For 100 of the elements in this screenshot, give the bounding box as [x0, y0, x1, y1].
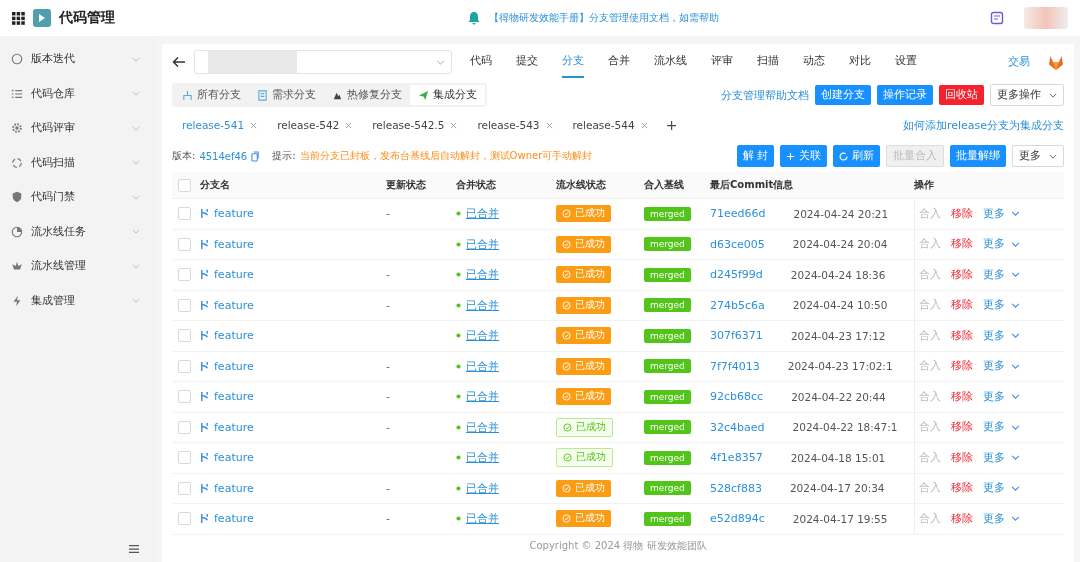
merge-status-link[interactable]: 已合并 [466, 206, 499, 222]
toolbar-button[interactable]: 解 封 [736, 145, 774, 167]
action-button[interactable]: 创建分支 [815, 85, 871, 105]
release-tab[interactable]: release-544 [562, 113, 658, 137]
close-icon[interactable] [640, 121, 648, 129]
commit-hash-link[interactable]: 307f6371 [710, 329, 763, 343]
more-link[interactable]: 更多 [983, 237, 1020, 252]
sidebar-item[interactable]: 代码评审 [0, 111, 156, 146]
pipeline-status-tag[interactable]: 已成功 [556, 266, 611, 284]
row-action-link[interactable]: 合入 [919, 481, 941, 496]
branch-name-link[interactable]: feature [214, 420, 254, 434]
row-checkbox[interactable] [178, 451, 191, 465]
row-action-link[interactable]: 合入 [919, 511, 941, 526]
pipeline-status-tag[interactable]: 已成功 [556, 479, 611, 497]
pipeline-status-tag[interactable]: 已成功 [556, 205, 611, 223]
row-action-link[interactable]: 移除 [951, 481, 973, 496]
commit-hash-link[interactable]: 71eed66d [710, 207, 766, 221]
branch-name-link[interactable]: feature [214, 481, 254, 495]
close-icon[interactable] [250, 121, 258, 129]
release-tab[interactable]: release-543 [467, 113, 563, 137]
more-link[interactable]: 更多 [983, 267, 1020, 282]
sidebar-item[interactable]: 代码门禁 [0, 180, 156, 215]
branch-type-tab[interactable]: 热修复分支 [324, 85, 410, 105]
project-link[interactable]: 交易 [1008, 55, 1030, 69]
branch-type-tab[interactable]: 集成分支 [410, 85, 485, 105]
merge-status-link[interactable]: 已合并 [466, 419, 499, 435]
avatar[interactable] [1024, 7, 1068, 29]
commit-hash-link[interactable]: d245f99d [710, 268, 763, 282]
row-action-link[interactable]: 合入 [919, 450, 941, 465]
branch-name-link[interactable]: feature [214, 512, 254, 526]
nav-tab[interactable]: 动态 [803, 46, 825, 78]
branch-name-link[interactable]: feature [214, 451, 254, 465]
row-checkbox[interactable] [178, 268, 191, 282]
row-action-link[interactable]: 合入 [919, 237, 941, 252]
more-link[interactable]: 更多 [983, 389, 1020, 404]
apps-grid-icon[interactable] [12, 11, 25, 25]
row-action-link[interactable]: 移除 [951, 206, 973, 221]
nav-tab[interactable]: 扫描 [757, 46, 779, 78]
row-action-link[interactable]: 移除 [951, 420, 973, 435]
commit-hash-link[interactable]: 92cb68cc [710, 390, 764, 404]
repository-select[interactable] [194, 50, 452, 74]
pipeline-status-tag[interactable]: 已成功 [556, 235, 611, 253]
branch-name-link[interactable]: feature [214, 359, 254, 373]
sidebar-item[interactable]: 版本迭代 [0, 42, 156, 77]
pipeline-status-tag[interactable]: 已成功 [556, 357, 611, 375]
row-action-link[interactable]: 合入 [919, 420, 941, 435]
document-icon[interactable] [990, 11, 1004, 25]
row-action-link[interactable]: 移除 [951, 359, 973, 374]
branch-name-link[interactable]: feature [214, 268, 254, 282]
action-button[interactable]: 操作记录 [877, 85, 933, 105]
close-icon[interactable] [345, 121, 353, 129]
sidebar-item[interactable]: 代码仓库 [0, 76, 156, 111]
toolbar-button[interactable]: 批量解绑 [950, 145, 1006, 167]
row-checkbox[interactable] [178, 481, 191, 495]
row-checkbox[interactable] [178, 390, 191, 404]
row-action-link[interactable]: 移除 [951, 267, 973, 282]
row-checkbox[interactable] [178, 420, 191, 434]
row-checkbox[interactable] [178, 298, 191, 312]
help-link[interactable]: 如何添加release分支为集成分支 [902, 117, 1064, 133]
commit-hash-link[interactable]: 274b5c6a [710, 298, 765, 312]
row-checkbox[interactable] [178, 237, 191, 251]
pipeline-status-tag[interactable]: 已成功 [556, 417, 613, 437]
branch-name-link[interactable]: feature [214, 298, 254, 312]
close-icon[interactable] [545, 121, 553, 129]
more-link[interactable]: 更多 [983, 511, 1020, 526]
row-action-link[interactable]: 移除 [951, 298, 973, 313]
commit-hash-link[interactable]: 32c4baed [710, 420, 765, 434]
pipeline-status-tag[interactable]: 已成功 [556, 327, 611, 345]
commit-hash-link[interactable]: 7f7f4013 [710, 359, 760, 373]
more-link[interactable]: 更多 [983, 298, 1020, 313]
release-tab[interactable]: release-541 [172, 113, 268, 137]
pipeline-status-tag[interactable]: 已成功 [556, 296, 611, 314]
merge-status-link[interactable]: 已合并 [466, 267, 499, 283]
sidebar-item[interactable]: 流水线管理 [0, 249, 156, 284]
fox-logo-icon[interactable] [1048, 54, 1064, 70]
copy-icon[interactable] [251, 150, 261, 162]
commit-hash-link[interactable]: 4f1e8357 [710, 451, 763, 465]
branch-type-tab[interactable]: 需求分支 [249, 85, 324, 105]
merge-status-link[interactable]: 已合并 [466, 358, 499, 374]
more-link[interactable]: 更多 [983, 450, 1020, 465]
row-action-link[interactable]: 移除 [951, 328, 973, 343]
row-checkbox[interactable] [178, 359, 191, 373]
nav-tab[interactable]: 评审 [711, 46, 733, 78]
nav-tab[interactable]: 提交 [516, 46, 538, 78]
version-hash[interactable]: 4514ef46 [199, 150, 248, 162]
release-tab[interactable]: release-542.5 [362, 113, 468, 137]
more-link[interactable]: 更多 [983, 328, 1020, 343]
merge-status-link[interactable]: 已合并 [466, 480, 499, 496]
branch-name-link[interactable]: feature [214, 390, 254, 404]
pipeline-status-tag[interactable]: 已成功 [556, 448, 613, 468]
close-icon[interactable] [450, 121, 458, 129]
row-action-link[interactable]: 移除 [951, 389, 973, 404]
pipeline-status-tag[interactable]: 已成功 [556, 510, 611, 528]
nav-tab[interactable]: 设置 [895, 46, 917, 78]
branch-name-link[interactable]: feature [214, 329, 254, 343]
branch-type-tab[interactable]: 所有分支 [174, 85, 249, 105]
more-dropdown[interactable]: 更多 [1012, 145, 1064, 167]
select-all-checkbox[interactable] [178, 178, 191, 192]
more-link[interactable]: 更多 [983, 206, 1020, 221]
more-link[interactable]: 更多 [983, 359, 1020, 374]
